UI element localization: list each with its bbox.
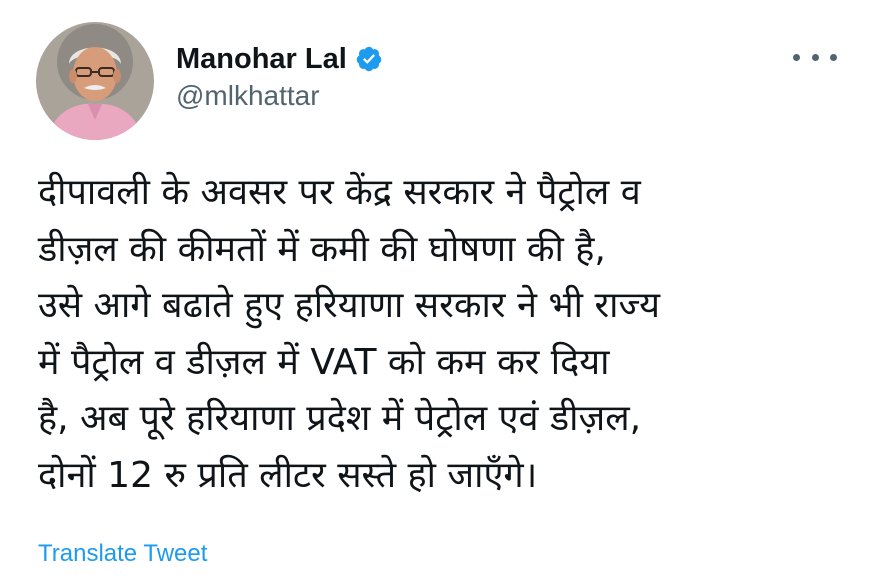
tweet-card: Manohar Lal @mlkhattar दीपावली के अवसर प… — [0, 0, 875, 583]
tweet-text-line: दोनों 12 रु प्रति लीटर सस्ते हो जाएँगे। — [38, 454, 538, 496]
tweet-text-line: उसे आगे बढाते हुए हरियाणा सरकार ने भी रा… — [38, 285, 660, 326]
tweet-text-line: है, अब पूरे हरियाणा प्रदेश में पेट्रोल ए… — [38, 398, 642, 439]
author-identity: Manohar Lal @mlkhattar — [176, 43, 383, 112]
display-name[interactable]: Manohar Lal — [176, 43, 347, 76]
tweet-header: Manohar Lal @mlkhattar — [36, 22, 383, 140]
profile-photo-icon — [36, 22, 154, 140]
more-options-icon[interactable] — [793, 42, 837, 72]
translate-tweet-link[interactable]: Translate Tweet — [38, 540, 207, 568]
dot — [793, 53, 800, 61]
tweet-text-line: में पैट्रोल व डीज़ल में VAT को कम कर दिय… — [38, 341, 610, 383]
dot — [830, 53, 837, 61]
verified-badge-icon — [356, 46, 382, 72]
tweet-text: दीपावली के अवसर पर केंद्र सरकार ने पैट्र… — [38, 165, 848, 504]
name-row: Manohar Lal — [176, 43, 383, 76]
dot — [811, 53, 819, 61]
tweet-text-line: डीज़ल की कीमतों में कमी की घोषणा की है, — [38, 228, 606, 270]
user-handle[interactable]: @mlkhattar — [176, 80, 383, 112]
avatar[interactable] — [36, 22, 154, 140]
tweet-text-line: दीपावली के अवसर पर केंद्र सरकार ने पैट्र… — [38, 172, 641, 213]
